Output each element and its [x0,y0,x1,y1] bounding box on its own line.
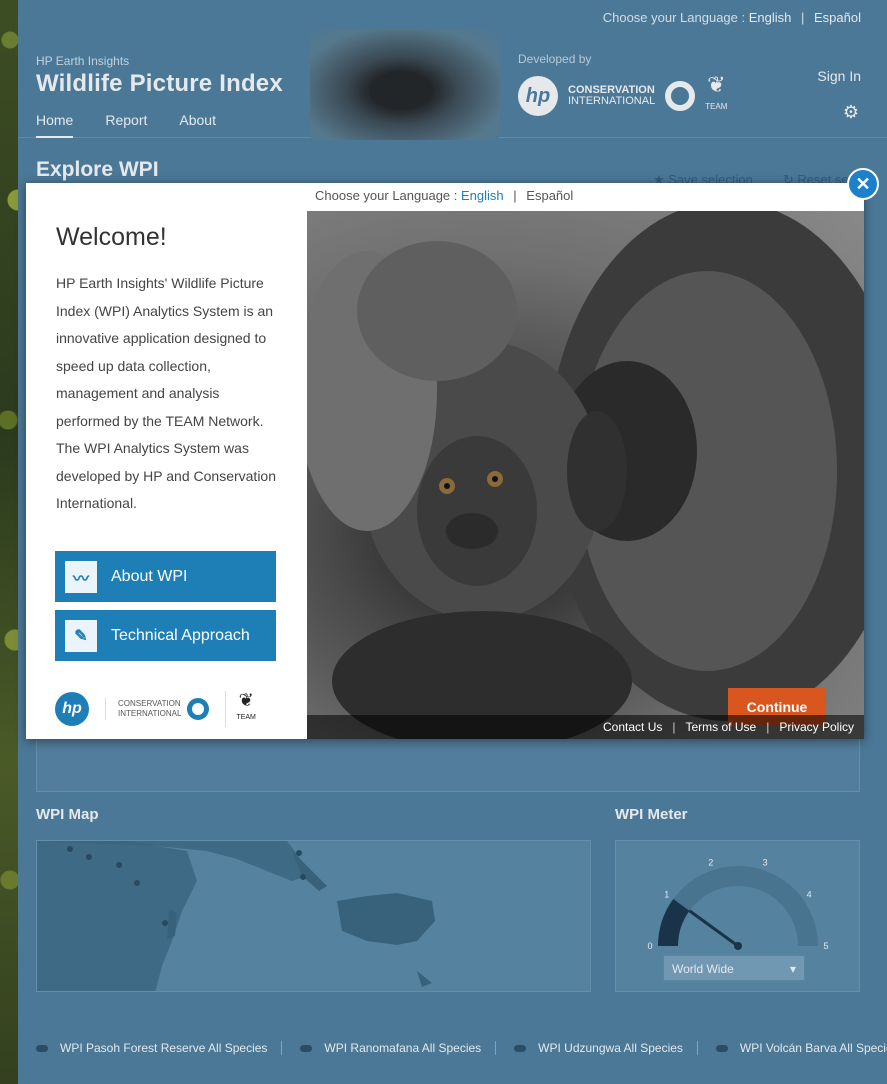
modal-team-logo: ❦ TEAM [225,691,256,727]
technical-approach-label: Technical Approach [111,626,250,644]
modal-ci-line2: INTERNATIONAL [118,709,182,718]
modal-ci-ring [187,698,210,720]
modal-right-panel: Choose your Language : English | Español [307,183,864,739]
modal-lang-label: Choose your Language : [315,188,458,203]
modal-ci-logo: CONSERVATION INTERNATIONAL [105,698,210,720]
terms-of-use-link[interactable]: Terms of Use [686,720,757,734]
footer-separator: | [766,720,770,734]
modal-lang-english[interactable]: English [461,188,504,203]
modal-left-panel: Welcome! HP Earth Insights' Wildlife Pic… [26,183,307,739]
modal-hp-logo: hp [55,692,89,726]
footer-separator: | [672,720,676,734]
welcome-heading: Welcome! [56,223,167,251]
modal-lang-separator: | [513,188,517,203]
modal-team-label: TEAM [236,714,256,721]
gorilla-photo: Continue Contact Us | Terms of Use | Pri… [307,211,864,739]
close-icon[interactable]: ✕ [847,168,879,200]
modal-lang-spanish[interactable]: Español [526,188,573,203]
welcome-modal: Welcome! HP Earth Insights' Wildlife Pic… [26,183,864,739]
technical-approach-button[interactable]: ✎ Technical Approach [55,610,276,661]
contact-us-link[interactable]: Contact Us [603,720,662,734]
modal-footer-links: Contact Us | Terms of Use | Privacy Poli… [307,715,864,739]
privacy-policy-link[interactable]: Privacy Policy [779,720,854,734]
chart-icon: 〰 [65,560,97,593]
modal-language-bar: Choose your Language : English | Español [307,183,864,211]
tools-icon: ✎ [65,619,97,652]
about-wpi-label: About WPI [111,567,188,585]
modal-partner-logos: hp CONSERVATION INTERNATIONAL ❦ TEAM [55,683,285,735]
welcome-text: HP Earth Insights' Wildlife Picture Inde… [56,275,277,511]
about-wpi-button[interactable]: 〰 About WPI [55,551,276,602]
modal-ci-line1: CONSERVATION [118,699,181,708]
gorilla-illustration [307,211,864,739]
